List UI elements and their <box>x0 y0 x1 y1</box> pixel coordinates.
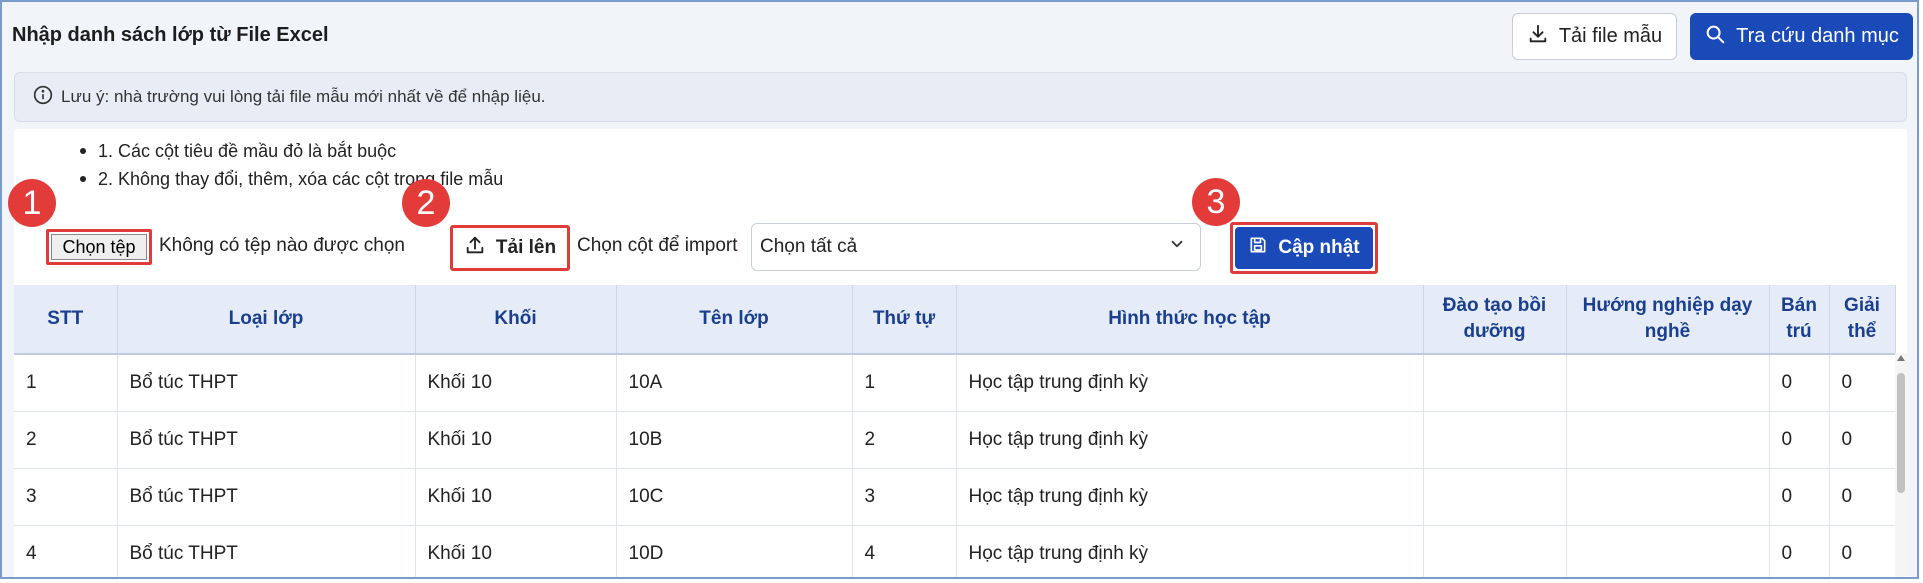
step-badge-2: 2 <box>402 179 450 227</box>
search-icon <box>1704 23 1726 51</box>
table-cell: 4 <box>14 525 118 577</box>
table-cell <box>1423 468 1567 526</box>
table-cell: 10C <box>616 468 853 526</box>
column-select-label: Chọn cột để import <box>577 235 738 256</box>
file-status-text: Không có tệp nào được chọn <box>159 235 405 256</box>
table-cell: 2 <box>852 411 957 469</box>
table-cell: 0 <box>1829 354 1896 412</box>
table-cell: Khối 10 <box>415 411 617 469</box>
update-label: Cập nhật <box>1278 237 1360 258</box>
table-cell: Học tập trung định kỳ <box>956 468 1424 526</box>
table-cell: Khối 10 <box>415 525 617 577</box>
class-table: STT Loại lớp Khối Tên lớp Thứ tự Hình th… <box>14 285 1896 577</box>
column-header[interactable]: Khối <box>415 285 617 355</box>
table-cell: Khối 10 <box>415 354 617 412</box>
column-header[interactable]: Đào tạo bồi dưỡng <box>1423 285 1567 355</box>
table-cell: 1 <box>852 354 957 412</box>
column-select-value: Chọn tất cả <box>760 236 858 257</box>
column-header[interactable]: Tên lớp <box>616 285 853 355</box>
table-cell: 3 <box>14 468 118 526</box>
table-cell <box>1566 354 1770 412</box>
note-banner: Lưu ý: nhà trường vui lòng tải file mẫu … <box>14 72 1907 122</box>
import-window: Nhập danh sách lớp từ File Excel Tải fil… <box>0 0 1919 579</box>
upload-icon <box>464 234 486 262</box>
info-icon <box>33 85 53 110</box>
chevron-down-icon <box>1168 235 1186 259</box>
column-header[interactable]: STT <box>14 285 118 355</box>
table-scrollbar[interactable] <box>1895 353 1907 577</box>
column-header[interactable]: Giải thể <box>1829 285 1896 355</box>
lookup-catalog-button[interactable]: Tra cứu danh mục <box>1690 13 1913 60</box>
table-cell: 3 <box>852 468 957 526</box>
table-cell: 0 <box>1769 525 1830 577</box>
table-cell: 1 <box>14 354 118 412</box>
table-row[interactable]: 1 Bổ túc THPT Khối 10 10A 1 Học tập trung địn… <box>14 354 1896 412</box>
upload-button[interactable]: Tải lên <box>450 225 570 271</box>
table-cell: 0 <box>1769 411 1830 469</box>
save-icon <box>1248 235 1268 261</box>
column-select[interactable]: Chọn tất cả <box>751 223 1201 271</box>
table-cell: Khối 10 <box>415 468 617 526</box>
table-cell: 0 <box>1829 468 1896 526</box>
scroll-up-icon[interactable] <box>1897 355 1905 361</box>
note-text: Lưu ý: nhà trường vui lòng tải file mẫu … <box>61 87 546 106</box>
step-badge-1: 1 <box>8 179 56 227</box>
table-cell: Học tập trung định kỳ <box>956 525 1424 577</box>
table-cell: Bổ túc THPT <box>117 468 416 526</box>
table-cell <box>1423 525 1567 577</box>
table-cell: Học tập trung định kỳ <box>956 354 1424 412</box>
table-cell: 10B <box>616 411 853 469</box>
choose-file-highlight: Chọn tệp <box>46 229 152 265</box>
step-badge-3: 3 <box>1192 178 1240 226</box>
table-cell: Học tập trung định kỳ <box>956 411 1424 469</box>
lookup-catalog-label: Tra cứu danh mục <box>1736 25 1899 47</box>
rule-item: 1. Các cột tiêu đề mầu đỏ là bắt buộc <box>80 137 503 165</box>
column-header[interactable]: Thứ tự <box>852 285 957 355</box>
table-cell: 4 <box>852 525 957 577</box>
table-row[interactable]: 4 Bổ túc THPT Khối 10 10D 4 Học tập trung địn… <box>14 525 1896 577</box>
table-cell <box>1566 468 1770 526</box>
table-cell: Bổ túc THPT <box>117 525 416 577</box>
table-cell: 2 <box>14 411 118 469</box>
table-cell: Bổ túc THPT <box>117 354 416 412</box>
column-header[interactable]: Hướng nghiệp dạy nghề <box>1566 285 1770 355</box>
table-cell <box>1566 525 1770 577</box>
download-template-label: Tải file mẫu <box>1558 25 1663 47</box>
table-header-row: STT Loại lớp Khối Tên lớp Thứ tự Hình th… <box>14 285 1896 355</box>
download-template-button[interactable]: Tải file mẫu <box>1512 13 1677 60</box>
table-row[interactable]: 3 Bổ túc THPT Khối 10 10C 3 Học tập trung địn… <box>14 468 1896 526</box>
table-cell: 0 <box>1829 525 1896 577</box>
table-cell: 0 <box>1769 354 1830 412</box>
upload-label: Tải lên <box>495 237 557 258</box>
table-cell: 0 <box>1829 411 1896 469</box>
table-row[interactable]: 2 Bổ túc THPT Khối 10 10B 2 Học tập trung địn… <box>14 411 1896 469</box>
table-cell: 10A <box>616 354 853 412</box>
update-button[interactable]: Cập nhật <box>1235 227 1373 269</box>
column-header[interactable]: Loại lớp <box>117 285 416 355</box>
column-header[interactable]: Hình thức học tập <box>956 285 1424 355</box>
download-icon <box>1527 23 1549 51</box>
scroll-thumb[interactable] <box>1897 373 1905 493</box>
table-cell: 0 <box>1769 468 1830 526</box>
table-cell <box>1423 354 1567 412</box>
choose-file-button[interactable]: Chọn tệp <box>51 234 147 260</box>
update-highlight: Cập nhật <box>1230 222 1378 274</box>
column-header[interactable]: Bán trú <box>1769 285 1830 355</box>
table-cell: Bổ túc THPT <box>117 411 416 469</box>
table-cell <box>1566 411 1770 469</box>
table-cell: 10D <box>616 525 853 577</box>
table-cell <box>1423 411 1567 469</box>
page-title: Nhập danh sách lớp từ File Excel <box>12 24 329 46</box>
